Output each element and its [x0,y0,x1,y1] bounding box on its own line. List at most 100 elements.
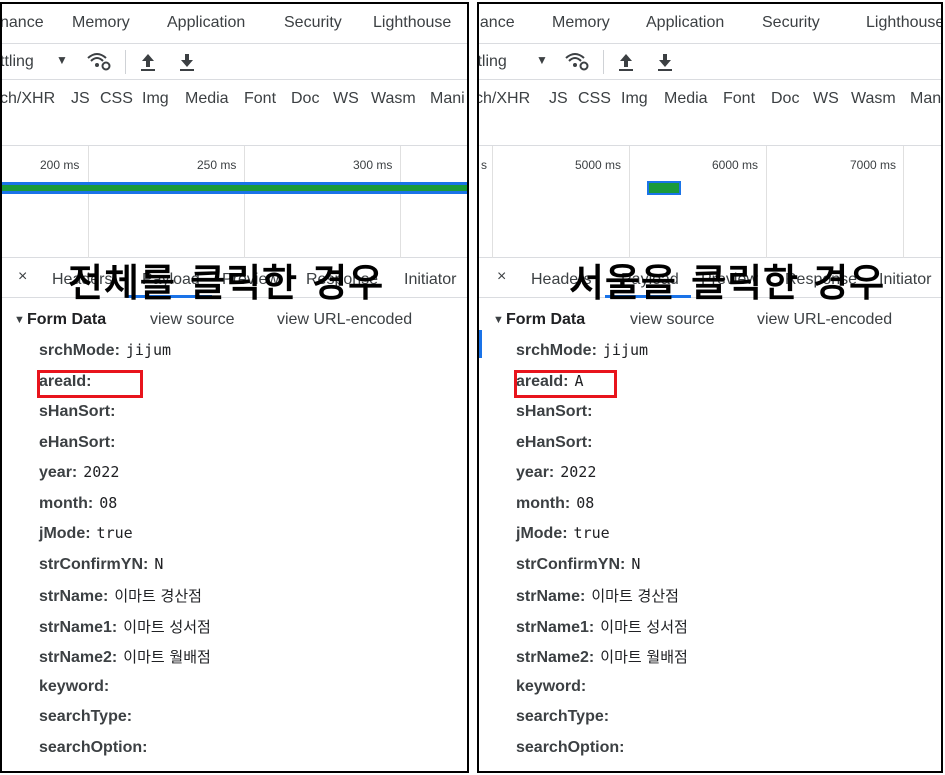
filter-ws[interactable]: WS [813,90,839,108]
view-source-link[interactable]: view source [630,311,714,329]
field-key: strName1: [516,618,595,636]
network-timeline[interactable]: 200 ms 250 ms 300 ms [2,146,467,258]
form-field-row[interactable]: year: 2022 [516,463,596,493]
view-url-encoded-link[interactable]: view URL-encoded [757,311,892,329]
form-field-row[interactable]: searchOption: [39,738,153,768]
form-field-row[interactable]: searchOption: [516,738,630,768]
form-field-row[interactable]: sHanSort: [516,402,598,432]
form-field-row[interactable]: month: 08 [39,494,117,524]
filter-media[interactable]: Media [185,90,229,108]
form-field-row[interactable]: jMode: true [516,524,610,554]
form-field-row[interactable]: strConfirmYN: N [516,555,640,585]
filter-fetch-xhr[interactable]: ch/XHR [2,90,55,108]
download-icon[interactable] [178,50,196,72]
tab-application[interactable]: Application [167,14,245,32]
close-icon[interactable]: × [18,268,27,286]
form-field-row[interactable]: srchMode: jijum [39,341,171,371]
field-key: jMode: [39,525,91,542]
tab-initiator[interactable]: Initiator [404,271,456,289]
tab-performance[interactable]: nance [2,14,44,32]
form-data-header: ▼ Form Data view source view URL-encoded [2,308,467,334]
request-timing-bar[interactable] [647,181,681,195]
chevron-down-icon[interactable]: ▼ [56,53,68,67]
tab-initiator[interactable]: Initiator [879,271,931,289]
form-field-row[interactable]: searchType: [516,707,615,737]
throttling-select[interactable]: ttling [479,53,507,71]
form-field-row[interactable]: srchMode: jijum [516,341,648,371]
download-icon[interactable] [656,50,674,72]
field-key: strName: [516,588,586,605]
view-source-link[interactable]: view source [150,311,234,329]
filter-css[interactable]: CSS [100,90,133,108]
triangle-down-icon[interactable]: ▼ [14,314,25,326]
form-field-row[interactable]: eHanSort: [516,433,598,463]
upload-icon[interactable] [617,50,635,72]
filter-doc[interactable]: Doc [291,90,319,108]
form-data-header: ▼ Form Data view source view URL-encoded [479,308,941,334]
filter-css[interactable]: CSS [578,90,611,108]
form-field-row[interactable]: eHanSort: [39,433,121,463]
tab-memory[interactable]: Memory [72,14,130,32]
field-value: 이마트 성서점 [123,617,211,636]
form-data-title[interactable]: Form Data [506,311,585,329]
filter-js[interactable]: JS [549,90,568,108]
throttling-select[interactable]: ttling [2,53,34,71]
filter-fetch-xhr[interactable]: ch/XHR [479,90,530,108]
form-field-row[interactable]: keyword: [516,677,592,707]
form-field-row[interactable]: sHanSort: [39,402,121,432]
form-field-row[interactable]: jMode: true [39,524,133,554]
form-data-title[interactable]: Form Data [27,311,106,329]
tab-lighthouse[interactable]: Lighthouse [866,14,941,32]
timeline-gridline [400,146,401,258]
field-key: year: [516,464,555,481]
form-field-row[interactable]: keyword: [39,677,115,707]
form-field-row[interactable]: year: 2022 [39,463,119,493]
filter-ws[interactable]: WS [333,90,359,108]
filter-img[interactable]: Img [621,90,648,108]
filter-img[interactable]: Img [142,90,169,108]
filter-font[interactable]: Font [723,90,755,108]
view-url-encoded-link[interactable]: view URL-encoded [277,311,412,329]
filter-manifest[interactable]: Mani [910,90,941,108]
wifi-settings-icon[interactable] [564,51,590,71]
field-key: eHanSort: [516,433,593,451]
form-field-row[interactable]: strName2: 이마트 월배점 [516,646,688,676]
devtools-panel-seoul: nance Memory Application Security Lighth… [477,2,943,773]
filter-js[interactable]: JS [71,90,90,108]
filter-wasm[interactable]: Wasm [851,90,896,108]
upload-icon[interactable] [139,50,157,72]
tab-security[interactable]: Security [762,14,820,32]
form-field-row[interactable]: strName1: 이마트 성서점 [39,616,211,646]
form-field-row[interactable]: month: 08 [516,494,594,524]
filter-media[interactable]: Media [664,90,708,108]
form-field-row[interactable]: strName1: 이마트 성서점 [516,616,688,646]
tab-lighthouse[interactable]: Lighthouse [373,14,451,32]
network-timeline[interactable]: s 5000 ms 6000 ms 7000 ms [479,146,941,258]
tab-memory[interactable]: Memory [552,14,610,32]
form-field-row[interactable]: strConfirmYN: N [39,555,163,585]
triangle-down-icon[interactable]: ▼ [493,314,504,326]
timeline-label: 7000 ms [850,158,897,172]
devtools-tabbar: nance Memory Application Security Lighth… [2,4,467,44]
chevron-down-icon[interactable]: ▼ [536,53,548,67]
close-icon[interactable]: × [497,268,506,286]
tab-performance[interactable]: nance [479,14,515,32]
form-field-row[interactable]: strName2: 이마트 월배점 [39,646,211,676]
field-key: searchOption: [39,738,148,756]
form-field-row[interactable]: searchType: [39,707,138,737]
tab-security[interactable]: Security [284,14,342,32]
timeline-label: 300 ms [353,158,393,172]
wifi-settings-icon[interactable] [86,51,112,71]
timeline-label: s [481,158,487,172]
filter-font[interactable]: Font [244,90,276,108]
request-timing-bar[interactable] [2,182,467,194]
caption-overlay: 서울을 클릭한 경우 [569,261,886,305]
filter-wasm[interactable]: Wasm [371,90,416,108]
tab-application[interactable]: Application [646,14,724,32]
filter-manifest[interactable]: Mani [430,90,465,108]
field-value: 이마트 경산점 [114,587,202,605]
field-key: srchMode: [516,342,597,359]
form-field-row[interactable]: strName: 이마트 경산점 [39,585,202,615]
form-field-row[interactable]: strName: 이마트 경산점 [516,585,679,615]
filter-doc[interactable]: Doc [771,90,799,108]
